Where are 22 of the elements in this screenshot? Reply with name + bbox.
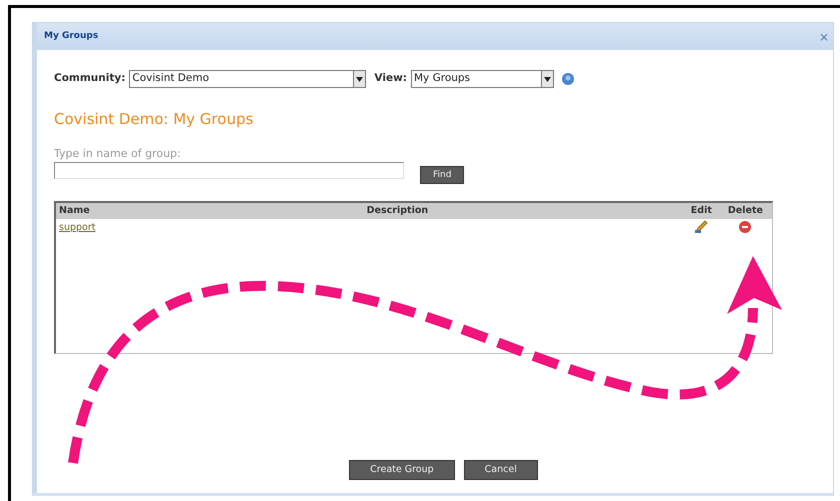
column-header: Description [111,203,684,220]
pencil-icon[interactable] [694,220,708,234]
dialog-button[interactable]: Cancel [464,460,538,480]
caret-icon[interactable] [356,76,364,82]
delete-icon[interactable] [739,220,752,233]
column-header: Delete [718,203,772,220]
search-label: Type in name of group: [54,146,182,162]
column-header: Name [56,203,111,220]
window-title: My Groups [44,30,98,43]
dropdown[interactable]: Covisint Demo [129,70,366,88]
caret-icon[interactable] [544,76,551,82]
column-header: Edit [684,203,719,220]
dialog-button[interactable]: Create Group [349,460,455,480]
page-heading: Covisint Demo: My Groups [54,109,254,130]
help-icon[interactable] [562,73,574,85]
search-field[interactable] [54,162,404,179]
dropdown[interactable]: My Groups [410,70,554,88]
filter-label: Community: [54,71,126,86]
filter-label: View: [374,71,407,86]
group-link[interactable]: support [59,222,96,233]
close-button[interactable]: × [818,30,829,42]
find-button[interactable]: Find [420,166,464,184]
